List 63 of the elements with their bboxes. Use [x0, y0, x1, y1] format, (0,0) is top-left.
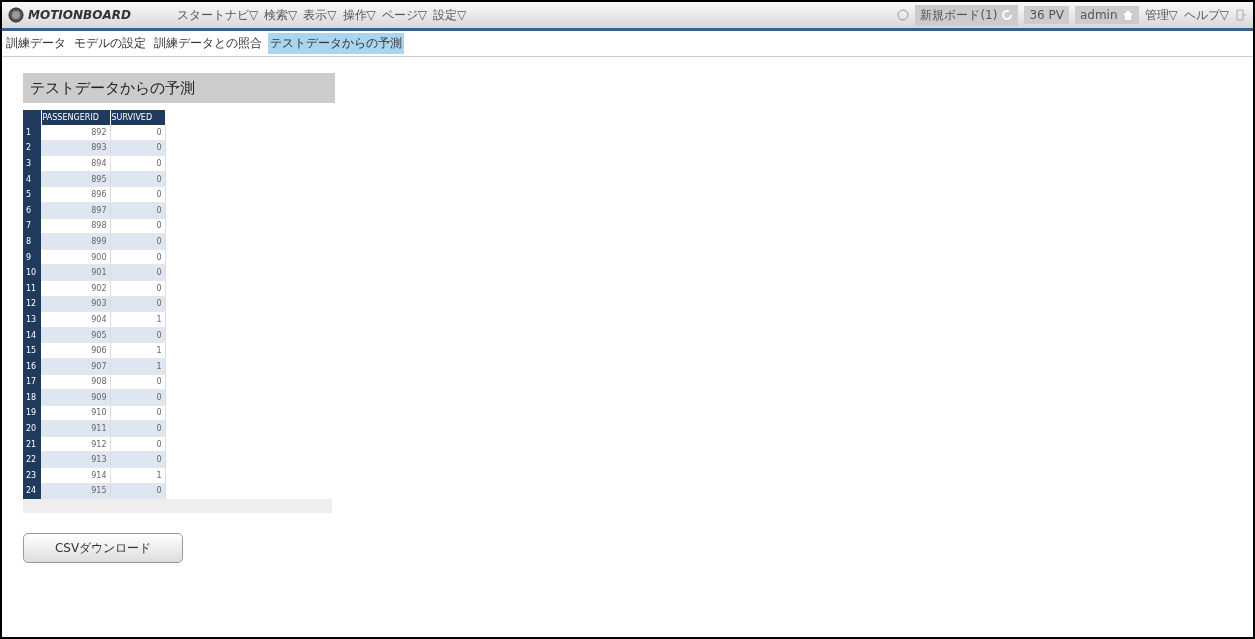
table-cell: 1	[110, 311, 165, 328]
table-cell: 894	[41, 155, 110, 172]
table-cell: 898	[41, 218, 110, 234]
column-header: PASSENGERID	[41, 110, 110, 125]
table-cell: 0	[110, 155, 165, 172]
tab[interactable]: モデルの設定	[72, 33, 148, 54]
table-cell: 1	[110, 467, 165, 484]
table-cell: 910	[41, 405, 110, 421]
tab[interactable]: 訓練データ	[4, 33, 68, 54]
row-number: 9	[23, 249, 41, 265]
row-number: 1	[23, 125, 41, 141]
csv-download-button[interactable]: CSVダウンロード	[23, 533, 183, 564]
menu-item[interactable]: 設定▽	[433, 6, 467, 24]
row-number: 24	[23, 483, 41, 499]
board-button[interactable]: 新規ボード(1)	[915, 4, 1019, 26]
tab[interactable]: 訓練データとの照合	[152, 33, 264, 54]
table-cell: 0	[110, 125, 165, 141]
row-number: 11	[23, 280, 41, 297]
menu-item[interactable]: 管理▽	[1144, 6, 1178, 24]
menu-item[interactable]: 検索▽	[264, 6, 298, 24]
table-cell: 904	[41, 311, 110, 328]
table-cell: 0	[110, 405, 165, 421]
panel-title: テストデータからの予測	[23, 73, 335, 103]
pv-count: 36 PV	[1024, 6, 1069, 24]
row-number: 16	[23, 358, 41, 374]
row-number: 4	[23, 171, 41, 187]
table-cell: 896	[41, 186, 110, 203]
table-cell: 906	[41, 342, 110, 359]
row-number: 19	[23, 405, 41, 421]
user-button[interactable]: admin	[1074, 6, 1139, 24]
logo-icon	[8, 7, 24, 23]
user-icon[interactable]	[897, 9, 910, 21]
row-number: 21	[23, 436, 41, 452]
table-cell: 902	[41, 280, 110, 297]
table-cell: 914	[41, 467, 110, 484]
tab[interactable]: テストデータからの予測	[268, 33, 404, 54]
table-cell: 900	[41, 249, 110, 265]
menu-item[interactable]: 表示▽	[303, 6, 337, 24]
logout-icon[interactable]	[1235, 9, 1247, 21]
refresh-icon	[1001, 9, 1014, 21]
table-cell: 1	[110, 342, 165, 359]
table-cell: 0	[110, 249, 165, 265]
menu-item[interactable]: ヘルプ▽	[1183, 6, 1229, 24]
table-cell: 0	[110, 186, 165, 203]
column-header: SURVIVED	[110, 110, 165, 125]
row-number: 7	[23, 218, 41, 234]
table-cell: 0	[110, 218, 165, 234]
table-cell: 908	[41, 374, 110, 390]
menu-item[interactable]: 操作▽	[342, 6, 376, 24]
row-number: 12	[23, 296, 41, 312]
row-number: 17	[23, 374, 41, 390]
home-icon	[1121, 9, 1134, 21]
menu-item[interactable]: スタートナビ▽	[176, 6, 259, 24]
table-cell: 892	[41, 125, 110, 141]
table-cell: 912	[41, 436, 110, 452]
table-cell: 0	[110, 436, 165, 452]
row-number: 6	[23, 202, 41, 219]
table-cell: 0	[110, 374, 165, 390]
table-cell: 0	[110, 280, 165, 297]
logo-text: MOTIONBOARD	[28, 8, 131, 22]
row-number: 14	[23, 327, 41, 343]
row-number: 2	[23, 140, 41, 156]
menu-item[interactable]: ページ▽	[381, 6, 428, 24]
